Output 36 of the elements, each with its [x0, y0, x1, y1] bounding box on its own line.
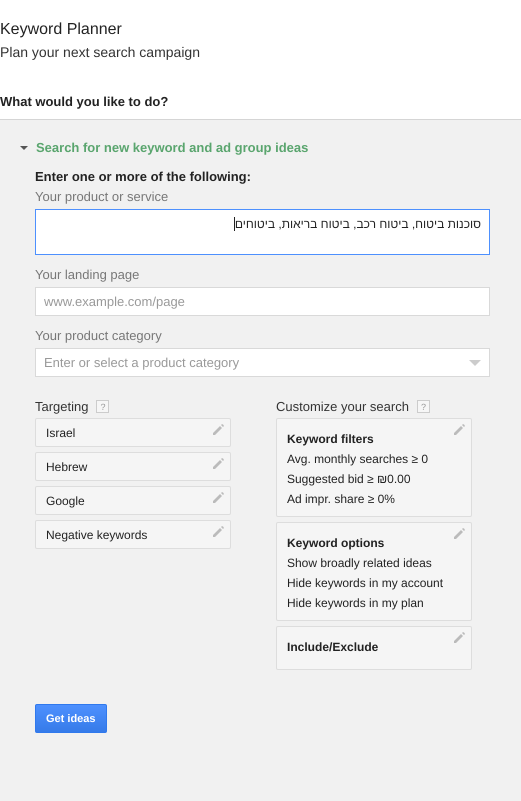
field-label: Your landing page — [35, 267, 140, 282]
pencil-icon[interactable] — [453, 632, 465, 644]
targeting-item[interactable]: Israel — [35, 418, 231, 447]
instructions: Enter one or more of the following: — [35, 169, 252, 184]
customize-heading: Customize your search — [276, 399, 409, 414]
targeting-item[interactable]: Google — [35, 486, 231, 515]
card-line: Ad impr. share ≥ 0% — [287, 492, 396, 506]
field-label: Your product or service — [35, 189, 170, 204]
pencil-icon[interactable] — [453, 424, 465, 436]
section-question: What would you like to do? — [0, 94, 170, 109]
options-card[interactable]: Keyword options Show broadly related ideas Hide keywords in my account Hide keywords in my plan — [276, 522, 472, 621]
options-card[interactable]: Include/Exclude — [276, 626, 472, 670]
pencil-icon[interactable] — [212, 492, 224, 504]
page-subtitle: Plan your next search campaign — [0, 44, 201, 60]
dropdown-arrow-icon[interactable] — [469, 360, 481, 366]
targeting-heading: Targeting — [35, 399, 88, 414]
field-label: Your product category — [35, 328, 163, 343]
card-line: Hide keywords in my plan — [287, 596, 425, 610]
card-line: Suggested bid ≥ ₪0.00 — [287, 472, 412, 486]
card-title: Include/Exclude — [287, 640, 380, 654]
triangle-icon[interactable] — [20, 144, 28, 152]
card-line: Show broadly related ideas — [287, 556, 433, 570]
page-title: Keyword Planner — [0, 20, 123, 40]
pencil-icon[interactable] — [453, 528, 465, 540]
card-line: Avg. monthly searches ≥ 0 — [287, 452, 430, 466]
input-field[interactable]: סוכנות ביטוח, ביטוח רכב, ביטוח בריאות, ביטוחים — [35, 209, 490, 255]
get-ideas-button[interactable]: Get ideas — [35, 704, 107, 733]
card-title: Keyword filters — [287, 432, 375, 446]
pencil-icon[interactable] — [212, 458, 224, 470]
card-line: Hide keywords in my account — [287, 576, 444, 590]
pencil-icon[interactable] — [212, 424, 224, 436]
targeting-item[interactable]: Negative keywords — [35, 520, 231, 549]
targeting-item[interactable]: Hebrew — [35, 452, 231, 481]
options-card[interactable]: Keyword filters Avg. monthly searches ≥ 0 Suggested bid ≥ ₪0.00 Ad impr. share ≥ 0% — [276, 418, 472, 517]
card-title: Keyword options — [287, 536, 386, 550]
pencil-icon[interactable] — [212, 526, 224, 538]
